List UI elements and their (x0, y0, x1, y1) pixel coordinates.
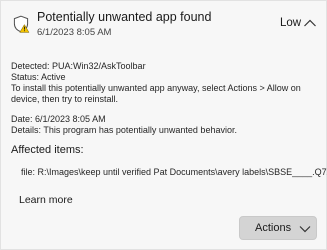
status-line: Status: Active (11, 72, 66, 82)
shield-warning-icon (13, 15, 30, 33)
affected-file-path: file: R:\Images\keep until verified Pat … (21, 167, 327, 177)
chevron-up-icon[interactable] (303, 18, 317, 28)
date-line: Date: 6/1/2023 8:05 AM (11, 114, 106, 124)
actions-button-label: Actions (255, 222, 292, 234)
actions-button[interactable]: Actions (239, 216, 317, 240)
detected-line: Detected: PUA:Win32/AskToolbar (11, 61, 146, 71)
threat-card: Potentially unwanted app found 6/1/2023 … (0, 0, 327, 250)
learn-more-link[interactable]: Learn more (19, 194, 73, 206)
details-line: Details: This program has potentially un… (11, 125, 237, 135)
instruction-text: To install this potentially unwanted app… (11, 83, 301, 104)
threat-header[interactable]: Potentially unwanted app found 6/1/2023 … (1, 1, 327, 45)
threat-timestamp: 6/1/2023 8:05 AM (37, 27, 112, 38)
threat-title: Potentially unwanted app found (37, 10, 212, 24)
threat-details: Detected: PUA:Win32/AskToolbar Status: A… (11, 61, 321, 136)
severity-label: Low (280, 17, 302, 29)
affected-items-heading: Affected items: (11, 144, 84, 156)
chevron-down-icon (299, 226, 311, 233)
